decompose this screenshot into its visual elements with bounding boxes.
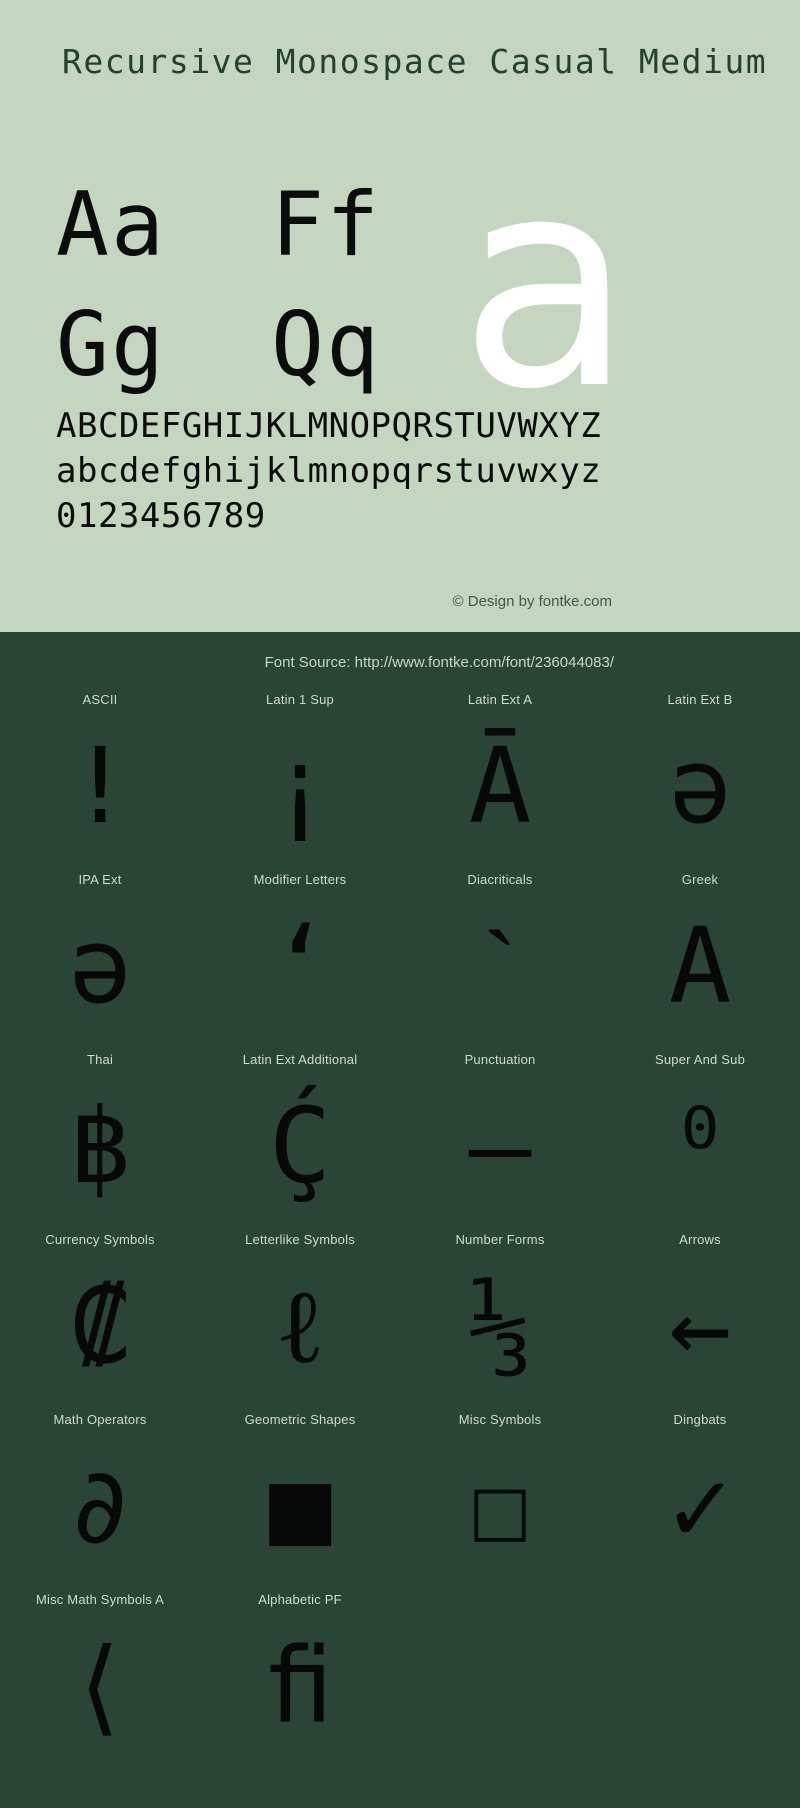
unicode-blocks-panel: Font Source: http://www.fontke.com/font/…: [0, 632, 800, 1808]
unicode-block-cell[interactable]: Alphabetic PF ﬁ: [200, 1592, 400, 1772]
unicode-block-label: Diacriticals: [467, 872, 533, 887]
unicode-block-cell[interactable]: Modifier Letters ʻ: [200, 872, 400, 1052]
unicode-block-sample-glyph: ¡: [268, 725, 332, 847]
unicode-block-cell[interactable]: Misc Symbols ☐: [400, 1412, 600, 1592]
unicode-block-sample-glyph: ₡: [68, 1265, 132, 1387]
unicode-block-cell[interactable]: Latin Ext A Ā: [400, 692, 600, 872]
letter-pair-sample: Qq: [271, 293, 381, 396]
copyright-notice: © Design by fontke.com: [452, 593, 612, 610]
unicode-block-cell[interactable]: Math Operators ∂: [0, 1412, 200, 1592]
unicode-block-label: IPA Ext: [78, 872, 122, 887]
unicode-block-sample-glyph: ǝ: [668, 725, 732, 847]
unicode-block-label: Math Operators: [53, 1412, 147, 1427]
unicode-block-label: Geometric Shapes: [244, 1412, 356, 1427]
letter-pair-sample: Aa: [56, 173, 166, 276]
unicode-block-label: Misc Symbols: [458, 1412, 542, 1427]
unicode-block-label: Letterlike Symbols: [245, 1232, 355, 1247]
unicode-block-label: Alphabetic PF: [258, 1592, 342, 1607]
font-source-link[interactable]: Font Source: http://www.fontke.com/font/…: [265, 654, 614, 671]
uppercase-alphabet-line: ABCDEFGHIJKLMNOPQRSTUVWXYZ: [56, 406, 602, 446]
unicode-block-sample-glyph: ⅓: [468, 1265, 532, 1387]
unicode-block-label: Latin 1 Sup: [266, 692, 334, 707]
unicode-block-label: Arrows: [679, 1232, 721, 1247]
unicode-block-label: Dingbats: [673, 1412, 727, 1427]
unicode-block-sample-glyph: ⟨: [68, 1625, 132, 1747]
unicode-block-label: Latin Ext A: [467, 692, 533, 707]
unicode-block-grid: ASCII! Latin 1 Sup ¡ Latin Ext A Ā Latin Ext …: [0, 692, 800, 1772]
unicode-block-sample-glyph: Α: [668, 905, 732, 1027]
unicode-block-cell[interactable]: Dingbats ✓: [600, 1412, 800, 1592]
alphabet-block: ABCDEFGHIJKLMNOPQRSTUVWXYZ abcdefghijklm…: [56, 404, 756, 539]
unicode-block-sample-glyph: !: [68, 725, 132, 847]
unicode-block-label: Super And Sub: [654, 1052, 746, 1067]
unicode-block-sample-glyph: ⁰: [668, 1085, 732, 1207]
unicode-block-sample-glyph: ˋ: [482, 905, 518, 1027]
unicode-block-cell[interactable]: Currency Symbols ₡: [0, 1232, 200, 1412]
unicode-block-sample-glyph: ‒: [468, 1085, 532, 1207]
letter-pair-grid: Aa Ff Gg Qq: [56, 165, 486, 405]
unicode-block-sample-glyph: ←: [668, 1265, 732, 1387]
unicode-block-sample-glyph: ∂: [68, 1445, 132, 1567]
unicode-block-label: Punctuation: [464, 1052, 536, 1067]
unicode-block-label: Misc Math Symbols A: [35, 1592, 165, 1607]
unicode-block-label: Modifier Letters: [253, 872, 347, 887]
unicode-block-cell[interactable]: Super And Sub ⁰: [600, 1052, 800, 1232]
unicode-block-sample-glyph: ℓ: [275, 1265, 325, 1387]
unicode-block-cell[interactable]: Diacriticals ˋ: [400, 872, 600, 1052]
letter-pair-row: Aa Ff: [56, 165, 486, 285]
unicode-block-cell[interactable]: Letterlike Symbols ℓ: [200, 1232, 400, 1412]
letter-pair-sample: Gg: [56, 293, 166, 396]
unicode-block-cell[interactable]: Geometric Shapes ■: [200, 1412, 400, 1592]
unicode-block-cell[interactable]: Thai ฿: [0, 1052, 200, 1232]
unicode-block-cell[interactable]: ASCII!: [0, 692, 200, 872]
letter-pair-sample: Ff: [271, 173, 381, 276]
unicode-block-label: Thai: [86, 1052, 114, 1067]
font-title: Recursive Monospace Casual Medium: [62, 42, 768, 81]
unicode-block-label: Currency Symbols: [45, 1232, 155, 1247]
unicode-block-cell[interactable]: IPA Ext ə: [0, 872, 200, 1052]
unicode-block-label: Latin Ext B: [667, 692, 733, 707]
unicode-block-sample-glyph: ■: [268, 1445, 332, 1567]
letter-pair-row: Gg Qq: [56, 285, 486, 405]
unicode-block-sample-glyph: Ḉ: [268, 1085, 332, 1207]
lowercase-alphabet-line: abcdefghijklmnopqrstuvwxyz: [56, 450, 602, 491]
unicode-block-sample-glyph: ☐: [468, 1445, 532, 1567]
unicode-block-label: ASCII: [82, 692, 118, 707]
specimen-preview-panel: Recursive Monospace Casual Medium Aa Ff …: [0, 0, 800, 632]
unicode-block-sample-glyph: Ā: [468, 725, 532, 847]
unicode-block-cell[interactable]: Greek Α: [600, 872, 800, 1052]
unicode-block-cell[interactable]: Latin Ext Additional Ḉ: [200, 1052, 400, 1232]
numerals-line: 0123456789: [56, 495, 266, 536]
unicode-block-sample-glyph: ﬁ: [268, 1625, 332, 1747]
unicode-block-sample-glyph: ʻ: [268, 905, 332, 1027]
unicode-block-label: Greek: [681, 872, 719, 887]
unicode-block-cell[interactable]: Punctuation ‒: [400, 1052, 600, 1232]
unicode-block-label: Number Forms: [455, 1232, 545, 1247]
unicode-block-sample-glyph: ✓: [668, 1445, 732, 1567]
unicode-block-sample-glyph: ə: [68, 905, 132, 1027]
unicode-block-cell[interactable]: Latin Ext B ǝ: [600, 692, 800, 872]
unicode-block-cell[interactable]: Latin 1 Sup ¡: [200, 692, 400, 872]
unicode-block-cell[interactable]: Arrows ←: [600, 1232, 800, 1412]
unicode-block-cell[interactable]: Misc Math Symbols A ⟨: [0, 1592, 200, 1772]
unicode-block-cell[interactable]: Number Forms ⅓: [400, 1232, 600, 1412]
unicode-block-label: Latin Ext Additional: [242, 1052, 358, 1067]
hero-glyph: a: [457, 116, 632, 453]
unicode-block-sample-glyph: ฿: [68, 1085, 132, 1207]
